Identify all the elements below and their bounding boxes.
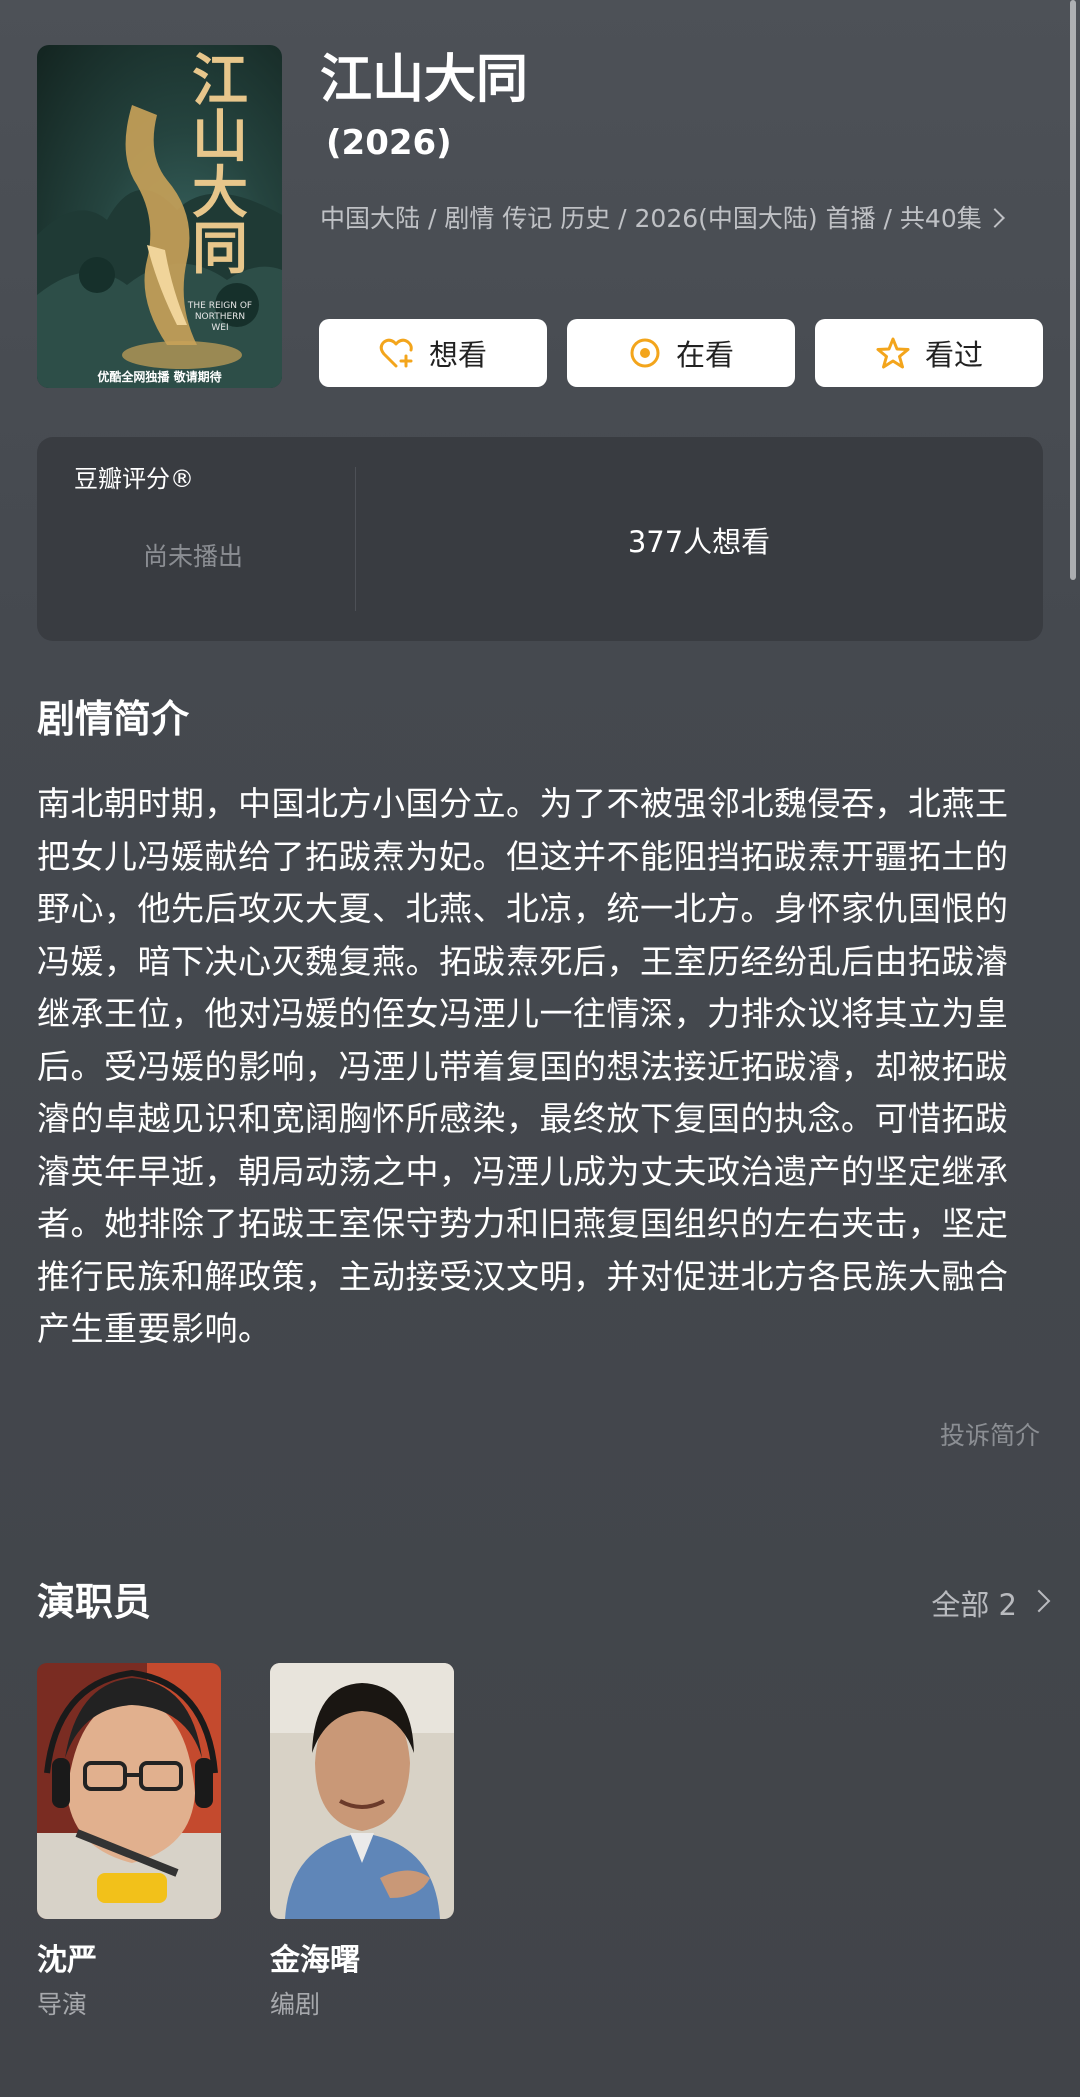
watched-button[interactable]: 看过: [815, 319, 1043, 387]
wish-count: 377人想看: [627, 525, 771, 559]
cast-role: 导演: [37, 1990, 88, 2019]
synopsis-heading: 剧情简介: [37, 697, 190, 741]
cast-name: 沈严: [37, 1943, 97, 1978]
movie-year: (2026): [326, 123, 452, 163]
want-to-watch-button[interactable]: 想看: [319, 319, 547, 387]
cast-member[interactable]: 金海曙 编剧: [270, 1663, 454, 2019]
want-to-watch-label: 想看: [428, 338, 487, 372]
cast-heading: 演职员: [37, 1580, 152, 1624]
movie-title: 江山大同: [320, 50, 529, 110]
all-cast-label: 全部 2: [931, 1588, 1017, 1622]
poster-subtitle: 优酷全网独播 敬请期待: [97, 370, 222, 384]
cast-photo: [37, 1663, 221, 1919]
rating-card[interactable]: 豆瓣评分® 尚未播出 377人想看: [37, 437, 1043, 641]
synopsis-text[interactable]: 南北朝时期，中国北方小国分立。为了不被强邻北魏侵吞，北燕王把女儿冯媛献给了拓跋焘…: [37, 778, 1037, 1356]
poster-image: 江山大同 THE REIGN OF NORTHERN WEI 优酷全网独播 敬请…: [37, 45, 282, 388]
rating-status: 尚未播出: [143, 542, 244, 571]
all-cast-link[interactable]: 全部 2: [931, 1582, 1051, 1624]
poster-title: 江山大同: [192, 48, 248, 282]
target-icon: [628, 336, 662, 370]
cast-photo: [270, 1663, 454, 1919]
rating-label: 豆瓣评分®: [74, 465, 194, 493]
report-synopsis-link[interactable]: 投诉简介: [940, 1416, 1040, 1452]
heart-plus-icon: [379, 336, 415, 370]
scrollbar[interactable]: [1070, 0, 1076, 580]
chevron-right-icon: [1027, 1589, 1051, 1613]
watching-label: 在看: [675, 338, 734, 372]
movie-meta-text: 中国大陆 / 剧情 传记 历史 / 2026(中国大陆) 首播 / 共40集: [320, 204, 982, 233]
star-icon: [875, 336, 911, 370]
poster-english-title: THE REIGN OF NORTHERN WEI: [187, 301, 253, 333]
cast-name: 金海曙: [270, 1943, 360, 1978]
movie-meta[interactable]: 中国大陆 / 剧情 传记 历史 / 2026(中国大陆) 首播 / 共40集: [320, 196, 1010, 242]
cast-role: 编剧: [270, 1990, 321, 2019]
watched-label: 看过: [924, 338, 983, 372]
cast-member[interactable]: 沈严 导演: [37, 1663, 221, 2019]
chevron-right-icon: [984, 208, 1005, 228]
watching-button[interactable]: 在看: [567, 319, 795, 387]
